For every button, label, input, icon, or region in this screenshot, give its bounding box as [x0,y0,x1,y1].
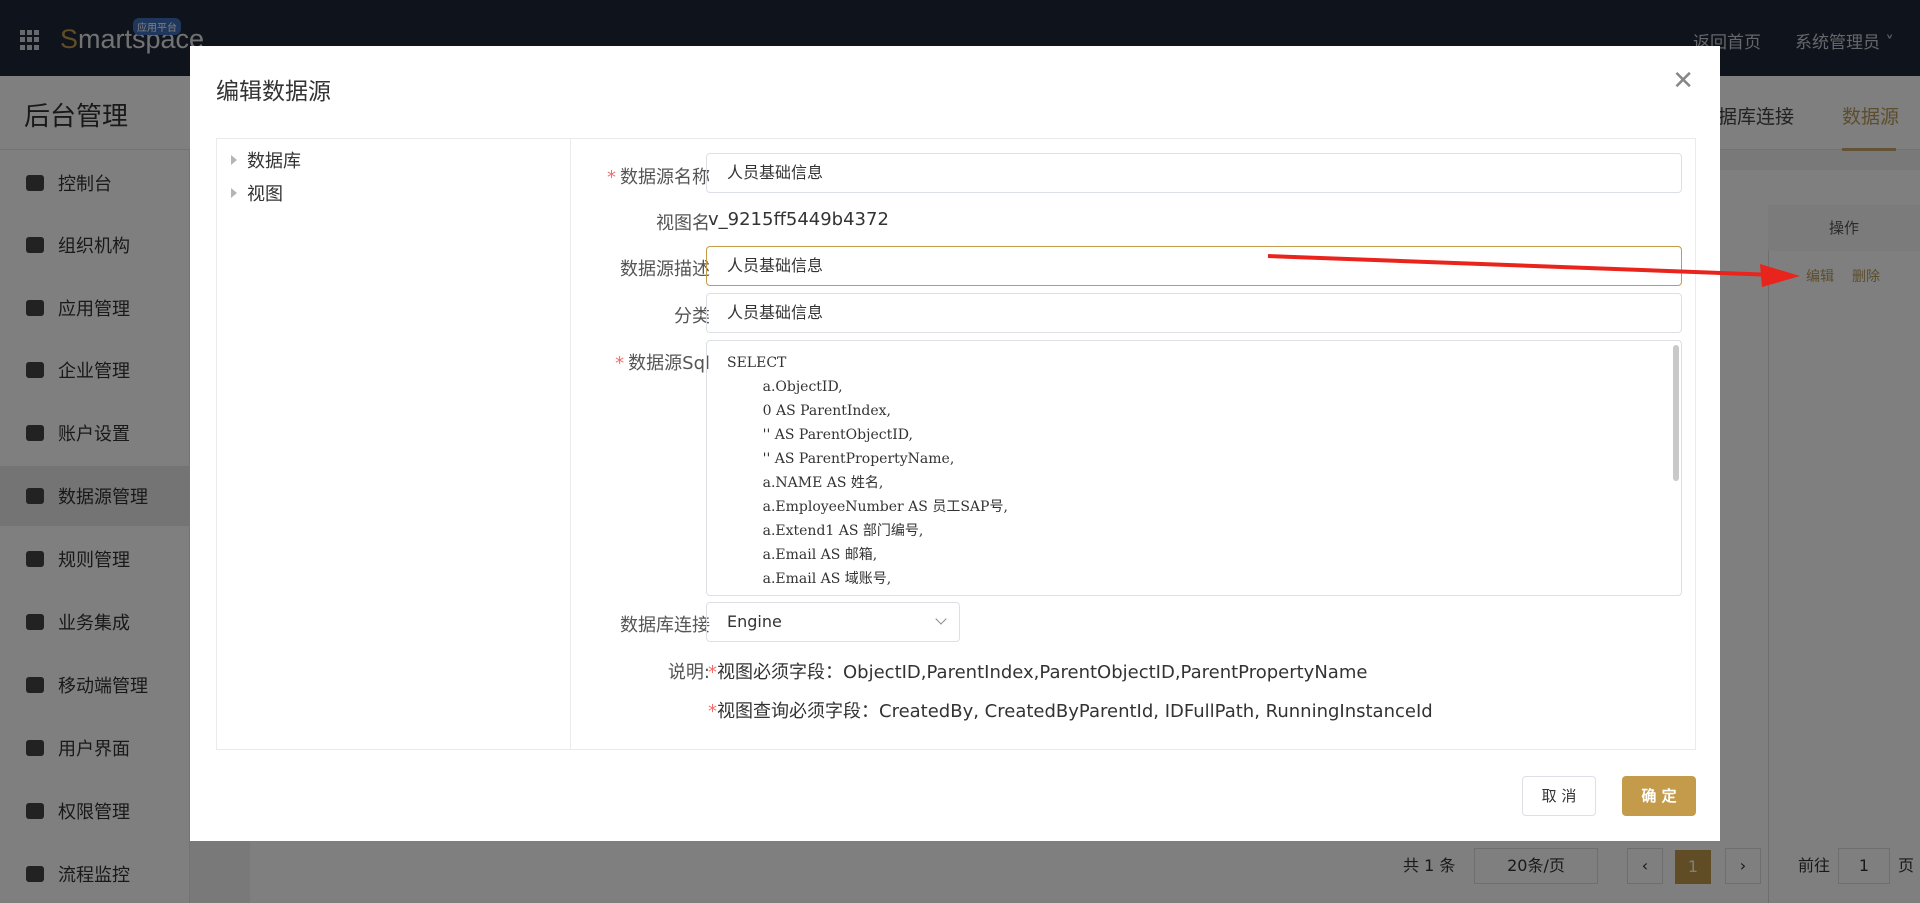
close-icon[interactable]: ✕ [1672,68,1694,94]
dialog-title: 编辑数据源 [216,79,331,105]
confirm-button[interactable]: 确 定 [1622,776,1696,816]
chevron-down-icon [935,613,947,625]
tree-node-view[interactable]: 视图 [231,180,283,206]
caret-right-icon[interactable] [231,188,237,198]
view-name-label: 视图名 [656,213,710,234]
note-query-fields: *视图查询必须字段：CreatedBy, CreatedByParentId, … [708,701,1433,722]
description-input[interactable]: 人员基础信息 [706,246,1682,286]
edit-datasource-dialog: 编辑数据源 ✕ 数据库 视图 * 数据源名称 人员基础信息 视图名 v_9215f… [190,46,1720,841]
source-tree: 数据库 视图 [217,139,571,749]
db-connection-select[interactable]: Engine [706,602,960,642]
sql-label: * 数据源Sql [615,353,710,374]
cancel-button[interactable]: 取 消 [1522,776,1596,816]
note-view-fields: *视图必须字段：ObjectID,ParentIndex,ParentObjec… [708,662,1368,683]
sql-text: SELECT a.ObjectID, 0 AS ParentIndex, '' … [727,355,1008,587]
tree-node-database[interactable]: 数据库 [231,147,301,173]
category-label: 分类 [674,306,710,327]
view-name-value: v_9215ff5449b4372 [708,209,889,230]
note-label: 说明: [667,662,710,683]
textarea-scrollbar[interactable] [1673,345,1679,481]
description-label: 数据源描述 [620,259,710,280]
name-label: * 数据源名称 [607,167,710,188]
caret-right-icon[interactable] [231,155,237,165]
name-input[interactable]: 人员基础信息 [706,153,1682,193]
sql-textarea[interactable]: SELECT a.ObjectID, 0 AS ParentIndex, '' … [706,340,1682,596]
category-input[interactable]: 人员基础信息 [706,293,1682,333]
db-connection-label: 数据库连接 [620,615,710,636]
